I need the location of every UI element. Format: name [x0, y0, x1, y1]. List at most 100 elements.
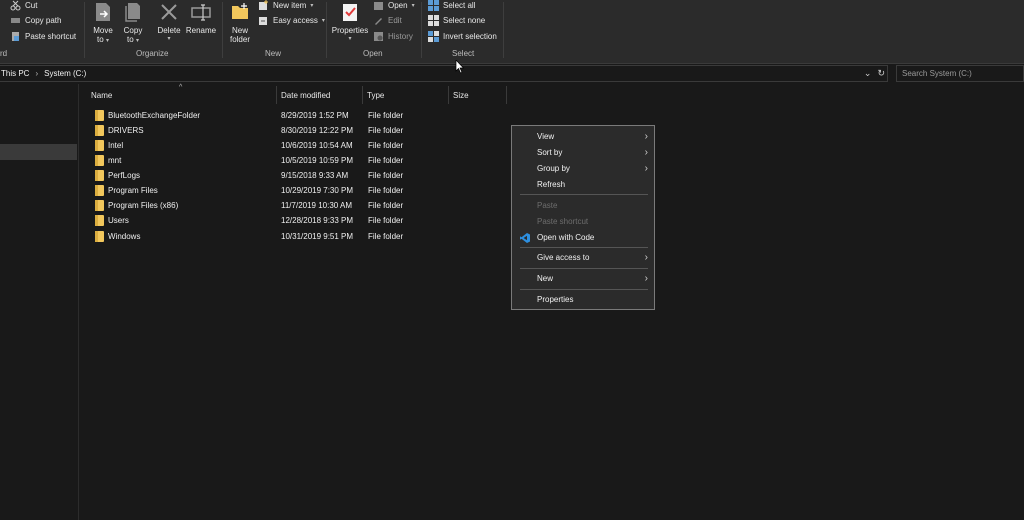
chevron-right-icon: › [644, 273, 648, 284]
menu-item-give-access-to[interactable]: Give access to › [512, 250, 654, 266]
table-row[interactable]: BluetoothExchangeFolder 8/29/2019 1:52 PM… [89, 108, 519, 123]
file-date: 12/28/2018 9:33 PM [281, 216, 354, 225]
folder-icon [95, 125, 104, 136]
file-name: Program Files (x86) [108, 201, 179, 210]
file-type: File folder [368, 216, 404, 225]
cut-button[interactable]: Cut [10, 0, 37, 13]
file-name: BluetoothExchangeFolder [108, 111, 201, 120]
folder-icon [95, 200, 104, 211]
new-item-label: New item [273, 1, 307, 10]
delete-label: Delete [157, 26, 181, 35]
table-row[interactable]: mnt 10/5/2019 10:59 PM File folder [89, 153, 519, 168]
column-header-name[interactable]: Name [87, 86, 277, 104]
breadcrumb-system-c[interactable]: System (C:) [44, 69, 86, 78]
folder-icon [95, 155, 104, 166]
chevron-down-icon: ▾ [105, 38, 109, 44]
menu-item-label: View [537, 132, 555, 141]
menu-item-label: Refresh [537, 180, 566, 189]
breadcrumb-separator-icon: › [35, 69, 39, 78]
select-all-icon [428, 0, 439, 11]
new-item-button[interactable]: New item ▾ [258, 0, 313, 13]
new-folder-button[interactable]: New folder [227, 0, 253, 44]
address-bar[interactable]: This PC › System (C:) ⌄ ↻ [0, 65, 888, 82]
ribbon-divider [421, 2, 422, 58]
table-row[interactable]: PerfLogs 9/15/2018 9:33 AM File folder [89, 168, 519, 183]
chevron-right-icon: › [644, 131, 648, 142]
menu-item-sort-by[interactable]: Sort by › [512, 145, 654, 161]
menu-item-view[interactable]: View › [512, 129, 654, 145]
properties-button[interactable]: Properties ▾ [330, 0, 370, 44]
copy-to-label: Copy [123, 26, 143, 35]
move-to-label: Move [93, 26, 113, 35]
select-none-label: Select none [443, 16, 486, 25]
file-date: 9/15/2018 9:33 AM [281, 171, 349, 180]
menu-separator [520, 194, 648, 195]
file-name: Program Files [108, 186, 158, 195]
rename-label: Rename [185, 26, 217, 35]
breadcrumb-this-pc[interactable]: This PC [1, 69, 29, 78]
menu-item-paste-shortcut[interactable]: Paste shortcut [512, 214, 654, 230]
search-input[interactable] [896, 65, 1024, 82]
new-item-icon [259, 0, 268, 10]
menu-item-refresh[interactable]: Refresh [512, 177, 654, 193]
navigation-pane[interactable] [0, 84, 79, 520]
table-row[interactable]: Windows 10/31/2019 9:51 PM File folder [89, 229, 519, 244]
table-row[interactable]: DRIVERS 8/30/2019 12:22 PM File folder [89, 123, 519, 138]
clipboard-group-label: rd [0, 49, 8, 58]
menu-item-label: Give access to [537, 253, 590, 262]
column-header-size[interactable]: Size [449, 86, 507, 104]
open-button[interactable]: Open ▾ [373, 0, 415, 13]
column-header-date-modified[interactable]: Date modified [277, 86, 363, 104]
folder-icon [95, 231, 104, 242]
move-to-button[interactable]: Move to ▾ [90, 0, 116, 46]
refresh-icon[interactable]: ↻ [877, 68, 885, 79]
file-type: File folder [368, 171, 404, 180]
select-none-button[interactable]: Select none [428, 13, 485, 28]
file-type: File folder [368, 141, 404, 150]
file-name: mnt [108, 156, 122, 165]
folder-icon [95, 215, 104, 226]
open-icon [374, 2, 383, 10]
table-row[interactable]: Program Files 10/29/2019 7:30 PM File fold… [89, 183, 519, 198]
nav-selected-item[interactable] [0, 144, 77, 160]
select-all-button[interactable]: Select all [428, 0, 475, 13]
easy-access-icon [259, 17, 267, 25]
vscode-icon [520, 233, 530, 243]
delete-x-icon [161, 4, 177, 20]
edit-label: Edit [388, 16, 402, 25]
new-folder-icon [232, 3, 248, 19]
menu-item-new[interactable]: New › [512, 271, 654, 287]
menu-item-label: Group by [537, 164, 570, 173]
folder-icon [95, 110, 104, 121]
paste-shortcut-button[interactable]: Paste shortcut [10, 29, 76, 44]
menu-item-properties[interactable]: Properties [512, 292, 654, 308]
delete-button[interactable]: Delete ▾ [155, 0, 183, 44]
address-history-chevron-down-icon[interactable]: ⌄ [864, 68, 872, 79]
menu-item-group-by[interactable]: Group by › [512, 161, 654, 177]
table-row[interactable]: Users 12/28/2018 9:33 PM File folder [89, 213, 519, 228]
table-row[interactable]: Program Files (x86) 11/7/2019 10:30 AM Fil… [89, 198, 519, 213]
file-name: Intel [108, 141, 124, 150]
column-header-type[interactable]: Type [363, 86, 449, 104]
folder-icon [95, 170, 104, 181]
invert-selection-button[interactable]: Invert selection [428, 29, 497, 44]
history-button[interactable]: History [373, 29, 413, 44]
invert-selection-label: Invert selection [443, 32, 497, 41]
history-icon [374, 32, 383, 41]
file-date: 8/30/2019 12:22 PM [281, 126, 354, 135]
edit-button[interactable]: Edit [373, 13, 402, 28]
menu-item-paste[interactable]: Paste [512, 198, 654, 214]
rename-button[interactable]: Rename [184, 0, 218, 35]
menu-separator [520, 289, 648, 290]
copy-to-button[interactable]: Copy to ▾ [120, 0, 146, 46]
menu-item-open-with-code[interactable]: Open with Code [512, 230, 654, 246]
menu-item-label: Sort by [537, 148, 563, 157]
rename-icon [191, 4, 211, 21]
file-date: 10/6/2019 10:54 AM [281, 141, 353, 150]
file-date: 10/5/2019 10:59 PM [281, 156, 354, 165]
easy-access-button[interactable]: Easy access ▾ [258, 13, 325, 28]
column-size-label: Size [453, 90, 469, 100]
folder-icon [95, 185, 104, 196]
table-row[interactable]: Intel 10/6/2019 10:54 AM File folder [89, 138, 519, 153]
copy-path-button[interactable]: Copy path [10, 13, 61, 28]
